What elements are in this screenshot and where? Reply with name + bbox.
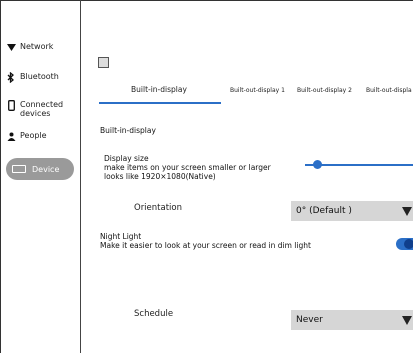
sidebar-item-device[interactable]: Device <box>6 158 74 180</box>
chevron-down-icon <box>402 316 412 325</box>
sidebar-item-bluetooth[interactable]: Bluetooth <box>6 71 59 83</box>
sidebar-item-label: Network <box>20 42 54 51</box>
display-size-slider-thumb[interactable] <box>313 160 322 169</box>
window-top-border <box>0 0 413 1</box>
orientation-value: 0° (Default ) <box>296 206 352 216</box>
sidebar-item-label: Connected devices <box>20 100 64 118</box>
sidebar-item-people[interactable]: People <box>6 131 47 141</box>
sidebar-item-network[interactable]: Network <box>6 42 53 52</box>
sidebar-item-label: People <box>20 131 47 140</box>
sidebar-item-label: Device <box>32 164 60 174</box>
tab-built-in-display[interactable]: Built-in-display <box>131 85 187 94</box>
night-light-title: Night Light <box>100 232 142 241</box>
active-tab-indicator <box>99 102 221 104</box>
person-icon <box>6 131 16 141</box>
devices-icon <box>6 99 16 111</box>
schedule-value: Never <box>296 315 323 325</box>
display-size-resolution: looks like 1920×1080(Native) <box>104 172 216 181</box>
sidebar-item-connected-devices[interactable]: Connected devices <box>6 99 64 118</box>
sidebar-item-label: Bluetooth <box>20 72 59 81</box>
bluetooth-icon <box>6 71 16 83</box>
orientation-label: Orientation <box>134 203 182 213</box>
checkbox[interactable] <box>98 57 109 68</box>
display-size-text: Display size make items on your screen s… <box>104 154 271 181</box>
schedule-label: Schedule <box>134 309 174 319</box>
section-title: Built-in-display <box>100 126 156 135</box>
night-light-description: Make it easier to look at your screen or… <box>100 241 311 250</box>
sidebar-divider <box>80 0 81 353</box>
wifi-icon <box>6 42 16 52</box>
chevron-down-icon <box>402 207 412 216</box>
toggle-knob <box>404 239 413 249</box>
orientation-dropdown[interactable]: 0° (Default ) <box>291 201 413 221</box>
tab-built-out-display-1[interactable]: Built-out-display 1 <box>230 87 285 94</box>
display-size-description: make items on your screen smaller or lar… <box>104 163 271 172</box>
schedule-dropdown[interactable]: Never <box>291 310 413 330</box>
night-light-toggle[interactable] <box>396 238 413 250</box>
monitor-icon <box>12 165 26 173</box>
display-size-title: Display size <box>104 154 149 163</box>
tab-built-out-display-3[interactable]: Built-out-displa <box>366 87 412 94</box>
tab-built-out-display-2[interactable]: Built-out-display 2 <box>297 87 352 94</box>
window-left-border <box>0 0 1 353</box>
night-light-text: Night Light Make it easier to look at yo… <box>100 232 311 250</box>
